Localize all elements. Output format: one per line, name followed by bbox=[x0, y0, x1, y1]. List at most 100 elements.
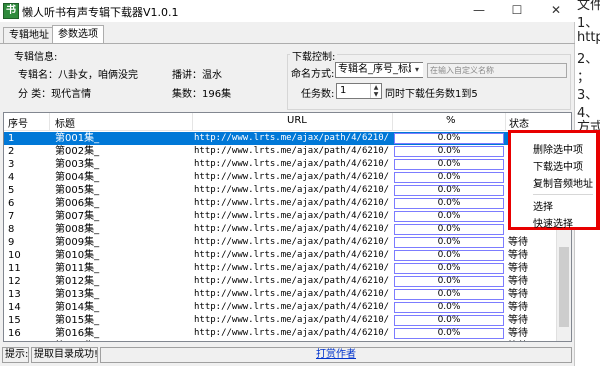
cell-title: 第012集_ bbox=[55, 276, 100, 287]
table-row[interactable]: 15 第015集_ http://www.lrts.me/ajax/path/4/6… bbox=[4, 314, 571, 327]
cell-title: 第004集_ bbox=[55, 172, 100, 183]
menu-item-delete-selected[interactable]: 删除选中项 bbox=[533, 141, 583, 156]
episode-table: 序号 标题 URL % 状态 1 第001集_ http://www.lrts.me… bbox=[3, 112, 572, 342]
downloader-window: 书 懒人听书有声专辑下载器V1.0.1 — ☐ ✕ 专辑地址 参数选项 专辑信息… bbox=[0, 0, 575, 366]
menu-separator bbox=[533, 194, 593, 195]
col-header-pct[interactable]: % bbox=[446, 115, 456, 126]
naming-label: 命名方式: bbox=[291, 69, 335, 80]
table-row[interactable]: 14 第014集_ http://www.lrts.me/ajax/path/4/6… bbox=[4, 301, 571, 314]
table-row[interactable]: 8 第008集_ http://www.lrts.me/ajax/path/4/62… bbox=[4, 223, 571, 236]
naming-select[interactable]: 专辑名_序号_标题 bbox=[335, 62, 423, 78]
tasks-label: 任务数: bbox=[301, 89, 335, 100]
cell-status: 等待 bbox=[508, 302, 528, 313]
column-divider[interactable] bbox=[505, 113, 506, 131]
progress-bar: 0.0% bbox=[394, 263, 504, 274]
col-header-title[interactable]: 标题 bbox=[55, 115, 75, 130]
cell-url: http://www.lrts.me/ajax/path/4/6210/3... bbox=[194, 224, 389, 234]
table-row[interactable]: 10 第010集_ http://www.lrts.me/ajax/path/4/6… bbox=[4, 249, 571, 262]
cell-title: 第008集_ bbox=[55, 224, 100, 235]
table-row[interactable]: 12 第012集_ http://www.lrts.me/ajax/path/4/6… bbox=[4, 275, 571, 288]
cell-title: 第010集_ bbox=[55, 250, 100, 261]
close-button[interactable]: ✕ bbox=[537, 0, 575, 22]
custom-name-input[interactable]: 在输入自定义名称 bbox=[427, 63, 567, 78]
cell-url: http://www.lrts.me/ajax/path/4/6210/3... bbox=[194, 302, 389, 312]
cell-url: http://www.lrts.me/ajax/path/4/6210/3... bbox=[194, 237, 389, 247]
cell-url: http://www.lrts.me/ajax/path/4/6210/3... bbox=[194, 146, 389, 156]
table-row[interactable]: 7 第007集_ http://www.lrts.me/ajax/path/4/62… bbox=[4, 210, 571, 223]
table-body: 1 第001集_ http://www.lrts.me/ajax/path/4/62… bbox=[4, 132, 571, 342]
menu-item-copy-audio-url[interactable]: 复制音频地址 bbox=[533, 175, 593, 190]
table-row[interactable]: 4 第004集_ http://www.lrts.me/ajax/path/4/62… bbox=[4, 171, 571, 184]
table-row[interactable]: 17 第017集_ http://www.lrts.me/ajax/path/4/6… bbox=[4, 340, 571, 342]
progress-bar: 0.0% bbox=[394, 146, 504, 157]
column-divider[interactable] bbox=[192, 113, 193, 131]
menu-item-quick-select[interactable]: 快速选择 bbox=[533, 215, 573, 230]
cell-title: 第015集_ bbox=[55, 315, 100, 326]
scrollbar-thumb[interactable] bbox=[559, 247, 569, 327]
download-control-header: 下载控制: bbox=[290, 48, 338, 63]
progress-bar: 0.0% bbox=[394, 250, 504, 261]
table-row[interactable]: 2 第002集_ http://www.lrts.me/ajax/path/4/62… bbox=[4, 145, 571, 158]
album-episodes: 集数：196集 bbox=[172, 89, 232, 100]
progress-bar: 0.0% bbox=[394, 159, 504, 170]
progress-bar: 0.0% bbox=[394, 172, 504, 183]
donate-author-link[interactable]: 打赏作者 bbox=[100, 347, 572, 363]
progress-bar: 0.0% bbox=[394, 237, 504, 248]
table-row[interactable]: 11 第011集_ http://www.lrts.me/ajax/path/4/6… bbox=[4, 262, 571, 275]
cell-url: http://www.lrts.me/ajax/path/4/6210/3... bbox=[194, 263, 389, 273]
cell-num: 15 bbox=[8, 315, 21, 326]
cell-status: 等待 bbox=[508, 237, 528, 248]
cell-title: 第006集_ bbox=[55, 198, 100, 209]
cell-num: 13 bbox=[8, 289, 21, 300]
spin-up-icon[interactable]: ▲ bbox=[370, 84, 381, 91]
spin-down-icon[interactable]: ▼ bbox=[370, 91, 381, 98]
table-row[interactable]: 13 第013集_ http://www.lrts.me/ajax/path/4/6… bbox=[4, 288, 571, 301]
progress-bar: 0.0% bbox=[394, 328, 504, 339]
col-header-url[interactable]: URL bbox=[287, 115, 307, 126]
cell-status: 等待 bbox=[508, 328, 528, 339]
table-row[interactable]: 6 第006集_ http://www.lrts.me/ajax/path/4/62… bbox=[4, 197, 571, 210]
cell-num: 3 bbox=[8, 159, 15, 170]
table-row[interactable]: 9 第009集_ http://www.lrts.me/ajax/path/4/62… bbox=[4, 236, 571, 249]
menu-item-download-selected[interactable]: 下载选中项 bbox=[533, 158, 583, 173]
progress-bar: 0.0% bbox=[394, 289, 504, 300]
cell-url: http://www.lrts.me/ajax/path/4/6210/3... bbox=[194, 328, 389, 338]
tab-params[interactable]: 参数选项 bbox=[52, 25, 104, 44]
progress-bar: 0.0% bbox=[394, 276, 504, 287]
status-message: 提取目录成功! bbox=[31, 347, 98, 363]
tab-album-url[interactable]: 专辑地址 bbox=[3, 27, 55, 44]
title-bar: 书 懒人听书有声专辑下载器V1.0.1 — ☐ ✕ bbox=[0, 0, 575, 22]
cell-title: 第003集_ bbox=[55, 159, 100, 170]
cell-url: http://www.lrts.me/ajax/path/4/6210/3... bbox=[194, 172, 389, 182]
cell-num: 7 bbox=[8, 211, 15, 222]
progress-bar: 0.0% bbox=[394, 341, 504, 342]
cell-num: 2 bbox=[8, 146, 15, 157]
table-row[interactable]: 1 第001集_ http://www.lrts.me/ajax/path/4/62… bbox=[4, 132, 571, 145]
menu-item-select[interactable]: 选择 bbox=[533, 198, 553, 213]
cell-num: 16 bbox=[8, 328, 21, 339]
table-row[interactable]: 16 第016集_ http://www.lrts.me/ajax/path/4/6… bbox=[4, 327, 571, 340]
album-name: 专辑名：八卦女，咱俩没完 bbox=[18, 70, 138, 81]
chevron-down-icon[interactable]: ▾ bbox=[411, 63, 423, 77]
cell-num: 11 bbox=[8, 263, 21, 274]
status-bar: 提示: 提取目录成功! 打赏作者 bbox=[0, 344, 575, 366]
cell-title: 第017集_ bbox=[55, 340, 180, 341]
cell-title: 第007集_ bbox=[55, 211, 100, 222]
col-header-status[interactable]: 状态 bbox=[509, 115, 529, 130]
column-divider[interactable] bbox=[392, 113, 393, 131]
column-divider[interactable] bbox=[49, 113, 50, 131]
cell-url: http://www.lrts.me/ajax/path/4/6210/3... bbox=[194, 211, 389, 221]
minimize-button[interactable]: — bbox=[460, 0, 498, 22]
cell-status: 等待 bbox=[508, 276, 528, 287]
cell-title: 第014集_ bbox=[55, 302, 100, 313]
col-header-num[interactable]: 序号 bbox=[8, 115, 28, 130]
album-category: 分 类：现代言情 bbox=[18, 89, 92, 100]
table-row[interactable]: 3 第003集_ http://www.lrts.me/ajax/path/4/62… bbox=[4, 158, 571, 171]
maximize-button[interactable]: ☐ bbox=[498, 0, 536, 22]
progress-bar: 0.0% bbox=[394, 133, 504, 144]
background-text-line: 3、 bbox=[577, 88, 599, 103]
table-header: 序号 标题 URL % 状态 bbox=[4, 113, 571, 131]
window-title: 懒人听书有声专辑下载器V1.0.1 bbox=[22, 6, 179, 19]
table-row[interactable]: 5 第005集_ http://www.lrts.me/ajax/path/4/62… bbox=[4, 184, 571, 197]
album-host: 播讲：温水 bbox=[172, 70, 222, 81]
